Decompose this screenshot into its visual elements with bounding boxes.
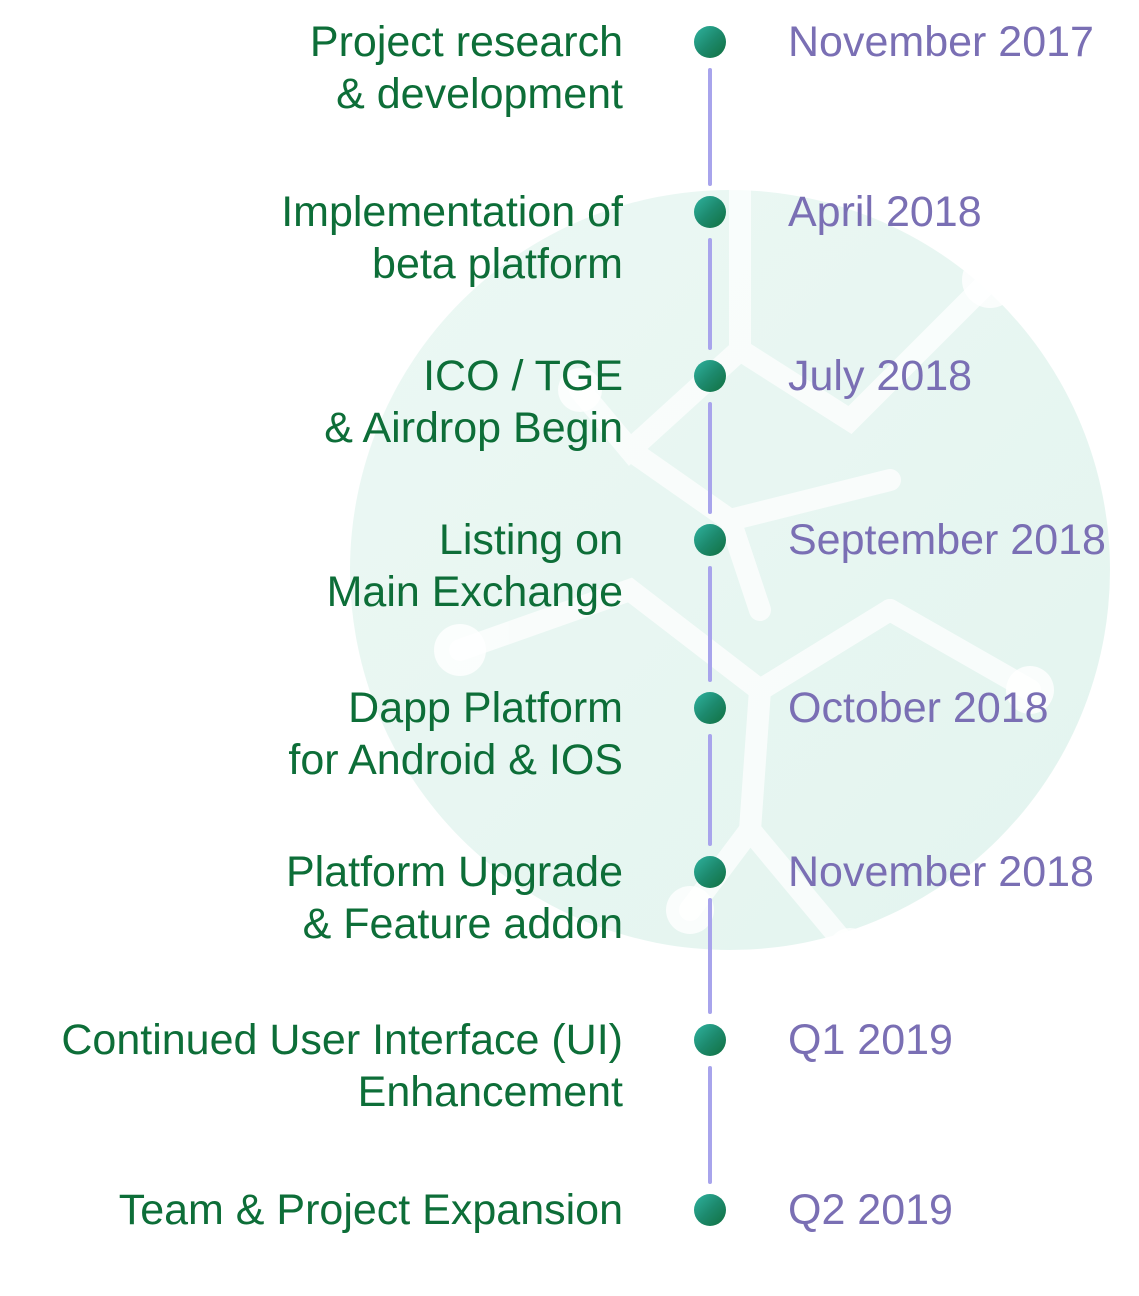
milestone-dot-icon — [694, 1194, 726, 1226]
milestone-date: July 2018 — [788, 352, 973, 400]
milestone-date: November 2017 — [788, 18, 1094, 66]
milestone-dot-icon — [694, 524, 726, 556]
milestone-label: ICO / TGE & Airdrop Begin — [324, 352, 623, 452]
milestone-date: October 2018 — [788, 684, 1049, 732]
milestone-dot-icon — [694, 1024, 726, 1056]
timeline-milestone: Dapp Platform for Android & IOS October 2… — [0, 674, 1139, 794]
milestone-dot-icon — [694, 360, 726, 392]
milestone-date: April 2018 — [788, 188, 982, 236]
milestone-dot-icon — [694, 26, 726, 58]
timeline-milestone: Project research & development November 2… — [0, 8, 1139, 128]
timeline-milestone: Continued User Interface (UI) Enhancemen… — [0, 1006, 1139, 1126]
timeline-milestone: Implementation of beta platform April 201… — [0, 178, 1139, 298]
milestone-date: November 2018 — [788, 848, 1094, 896]
roadmap-timeline: Project research & development November 2… — [0, 0, 1139, 1234]
milestone-date: Q2 2019 — [788, 1186, 953, 1234]
milestone-label: Listing on Main Exchange — [326, 516, 623, 616]
milestone-label: Team & Project Expansion — [118, 1186, 623, 1234]
milestone-label: Dapp Platform for Android & IOS — [288, 684, 623, 784]
timeline-milestone: Listing on Main Exchange September 2018 — [0, 506, 1139, 626]
milestone-dot-icon — [694, 196, 726, 228]
milestone-label: Platform Upgrade & Feature addon — [286, 848, 623, 948]
timeline-milestone: Team & Project Expansion Q2 2019 — [0, 1176, 1139, 1296]
milestone-label: Project research & development — [309, 18, 623, 118]
milestone-dot-icon — [694, 856, 726, 888]
milestone-label: Continued User Interface (UI) Enhancemen… — [61, 1016, 623, 1116]
milestone-date: September 2018 — [788, 516, 1106, 564]
milestone-label: Implementation of beta platform — [281, 188, 623, 288]
timeline-milestone: Platform Upgrade & Feature addon November… — [0, 838, 1139, 958]
milestone-dot-icon — [694, 692, 726, 724]
milestone-date: Q1 2019 — [788, 1016, 953, 1064]
timeline-milestone: ICO / TGE & Airdrop Begin July 2018 — [0, 342, 1139, 462]
